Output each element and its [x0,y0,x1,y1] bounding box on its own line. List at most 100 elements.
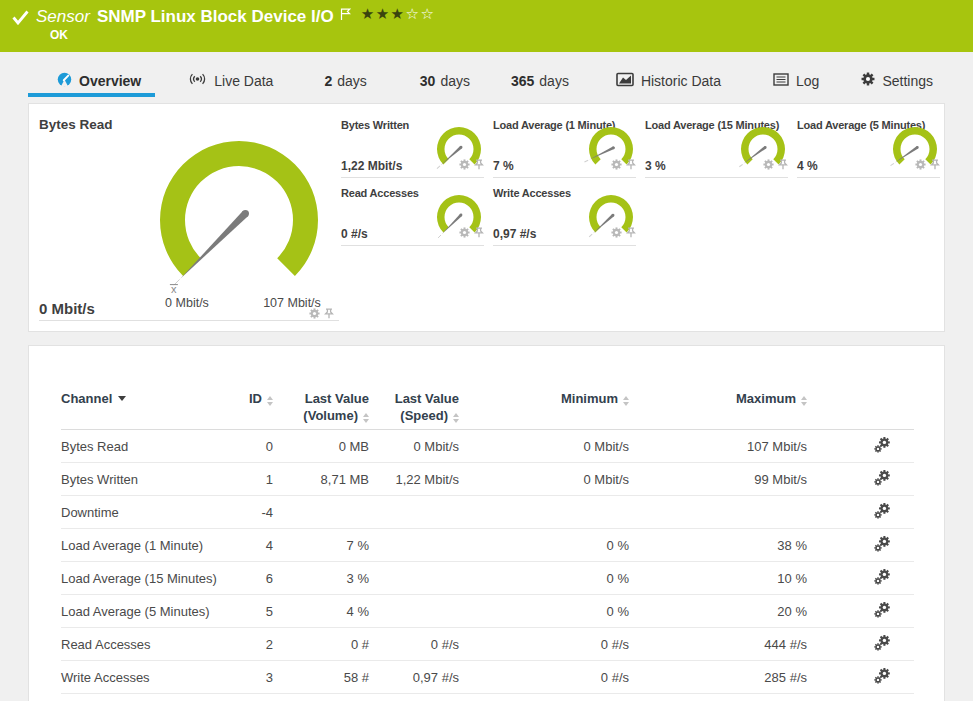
sort-arrows-icon [453,413,459,423]
channel-id: -4 [241,496,273,529]
sensor-header: Sensor SNMP Linux Block Device I/O ★★★☆☆… [0,0,973,52]
tab-overview[interactable]: Overview [57,72,141,90]
channel-settings-icon[interactable] [874,470,890,486]
gauge-settings-icon[interactable] [915,156,926,174]
tab-historic-data[interactable]: Historic Data [616,72,721,90]
sensor-status-badge: OK [50,28,68,42]
small-gauge-cell: Load Average (15 Minutes) 3 % [645,116,788,178]
star-icon[interactable]: ★ [391,5,406,22]
pin-icon[interactable] [474,156,484,174]
small-gauge-cell: Read Accesses 0 #/s [341,184,484,246]
star-icon[interactable]: ☆ [421,5,436,22]
channel-last-value-speed [369,496,459,529]
channel-settings-icon[interactable] [874,668,890,684]
channels-table: Channel ID Last Value(Volume) Last Value… [61,390,914,694]
channel-name[interactable]: Downtime [61,496,241,529]
pin-icon[interactable] [474,224,484,242]
channel-row[interactable]: Bytes Written 1 8,71 MB 1,22 Mbit/s 0 Mb… [61,463,914,496]
channel-maximum: 20 % [629,595,807,628]
primary-gauge-value: 0 Mbit/s [39,300,95,317]
primary-gauge-cell: Bytes Read x 0 Mbit/s 107 Mbit/s 0 Mbit/… [29,104,340,321]
col-minimum[interactable]: Minimum [459,390,629,430]
sensor-title: SNMP Linux Block Device I/O [97,7,334,27]
channel-row[interactable]: Load Average (1 Minute) 4 7 % 0 % 38 % [61,529,914,562]
tab-365-days[interactable]: 365 days [511,73,569,89]
star-icon[interactable]: ☆ [406,5,421,22]
sort-caret-icon [118,396,126,401]
gauge-settings-icon[interactable] [763,156,774,174]
channel-minimum [459,496,629,529]
small-gauge-cell: Write Accesses 0,97 #/s [493,184,636,246]
small-gauge-value: 4 % [797,159,818,173]
gauge-settings-icon[interactable] [459,224,470,242]
channel-id: 3 [241,661,273,694]
channel-last-value-speed [369,595,459,628]
gauge-settings-icon[interactable] [459,156,470,174]
gauge-settings-icon[interactable] [611,224,622,242]
col-last-value-volume[interactable]: Last Value(Volume) [273,390,369,430]
channel-settings-icon[interactable] [874,503,890,519]
channel-maximum: 444 #/s [629,628,807,661]
channel-settings-icon[interactable] [874,569,890,585]
channel-settings-icon[interactable] [874,437,890,453]
channel-name[interactable]: Bytes Read [61,430,241,463]
tab-live-data[interactable]: Live Data [188,72,273,89]
channel-last-value-speed: 0,97 #/s [369,661,459,694]
status-ok-check-icon [12,10,29,25]
channel-name[interactable]: Load Average (5 Minutes) [61,595,241,628]
channel-minimum: 0 #/s [459,661,629,694]
channel-row[interactable]: Read Accesses 2 0 # 0 #/s 0 #/s 444 #/s [61,628,914,661]
star-icon[interactable]: ★ [376,5,391,22]
small-gauge-value: 3 % [645,159,666,173]
channels-panel: Channel ID Last Value(Volume) Last Value… [28,345,945,701]
channel-name[interactable]: Write Accesses [61,661,241,694]
tab-settings[interactable]: Settings [861,72,933,89]
channel-settings-icon[interactable] [874,602,890,618]
channel-maximum: 10 % [629,562,807,595]
pin-icon[interactable] [626,156,636,174]
channel-name[interactable]: Read Accesses [61,628,241,661]
channel-name[interactable]: Load Average (15 Minutes) [61,562,241,595]
small-gauge-cell: Bytes Written 1,22 Mbit/s [341,116,484,178]
channel-name[interactable]: Bytes Written [61,463,241,496]
channel-maximum [629,496,807,529]
channel-row[interactable]: Bytes Read 0 0 MB 0 Mbit/s 0 Mbit/s 107 … [61,430,914,463]
channel-minimum: 0 % [459,529,629,562]
channel-row[interactable]: Load Average (5 Minutes) 5 4 % 0 % 20 % [61,595,914,628]
channel-row[interactable]: Load Average (15 Minutes) 6 3 % 0 % 10 % [61,562,914,595]
gauge-settings-icon[interactable] [611,156,622,174]
channel-row[interactable]: Write Accesses 3 58 # 0,97 #/s 0 #/s 285… [61,661,914,694]
col-channel[interactable]: Channel [61,390,241,430]
channel-last-value-speed: 0 #/s [369,628,459,661]
channel-settings-icon[interactable] [874,635,890,651]
channel-last-value-volume: 4 % [273,595,369,628]
channel-last-value-speed: 1,22 Mbit/s [369,463,459,496]
pin-icon[interactable] [626,224,636,242]
star-icon[interactable]: ★ [361,5,376,22]
sort-arrows-icon [267,396,273,406]
col-maximum[interactable]: Maximum [629,390,807,430]
pin-icon[interactable] [930,156,940,174]
small-gauge-value: 0,97 #/s [493,227,536,241]
col-id[interactable]: ID [241,390,273,430]
channel-last-value-volume: 3 % [273,562,369,595]
sort-arrows-icon [363,413,369,423]
tab-2-days[interactable]: 2 days [324,73,366,89]
channel-id: 2 [241,628,273,661]
channel-last-value-volume [273,496,369,529]
channel-maximum: 285 #/s [629,661,807,694]
channel-minimum: 0 % [459,595,629,628]
priority-stars[interactable]: ★★★☆☆ [361,5,436,23]
tab-log[interactable]: Log [773,73,819,89]
channel-last-value-volume: 58 # [273,661,369,694]
channel-settings-icon[interactable] [874,536,890,552]
flag-icon[interactable] [340,8,351,21]
channel-last-value-speed [369,529,459,562]
tab-30-days[interactable]: 30 days [420,73,470,89]
small-gauge-cell: Load Average (5 Minutes) 4 % [797,116,940,178]
table-header-row: Channel ID Last Value(Volume) Last Value… [61,390,914,430]
col-last-value-speed[interactable]: Last Value(Speed) [369,390,459,430]
pin-icon[interactable] [778,156,788,174]
channel-row[interactable]: Downtime -4 [61,496,914,529]
channel-name[interactable]: Load Average (1 Minute) [61,529,241,562]
